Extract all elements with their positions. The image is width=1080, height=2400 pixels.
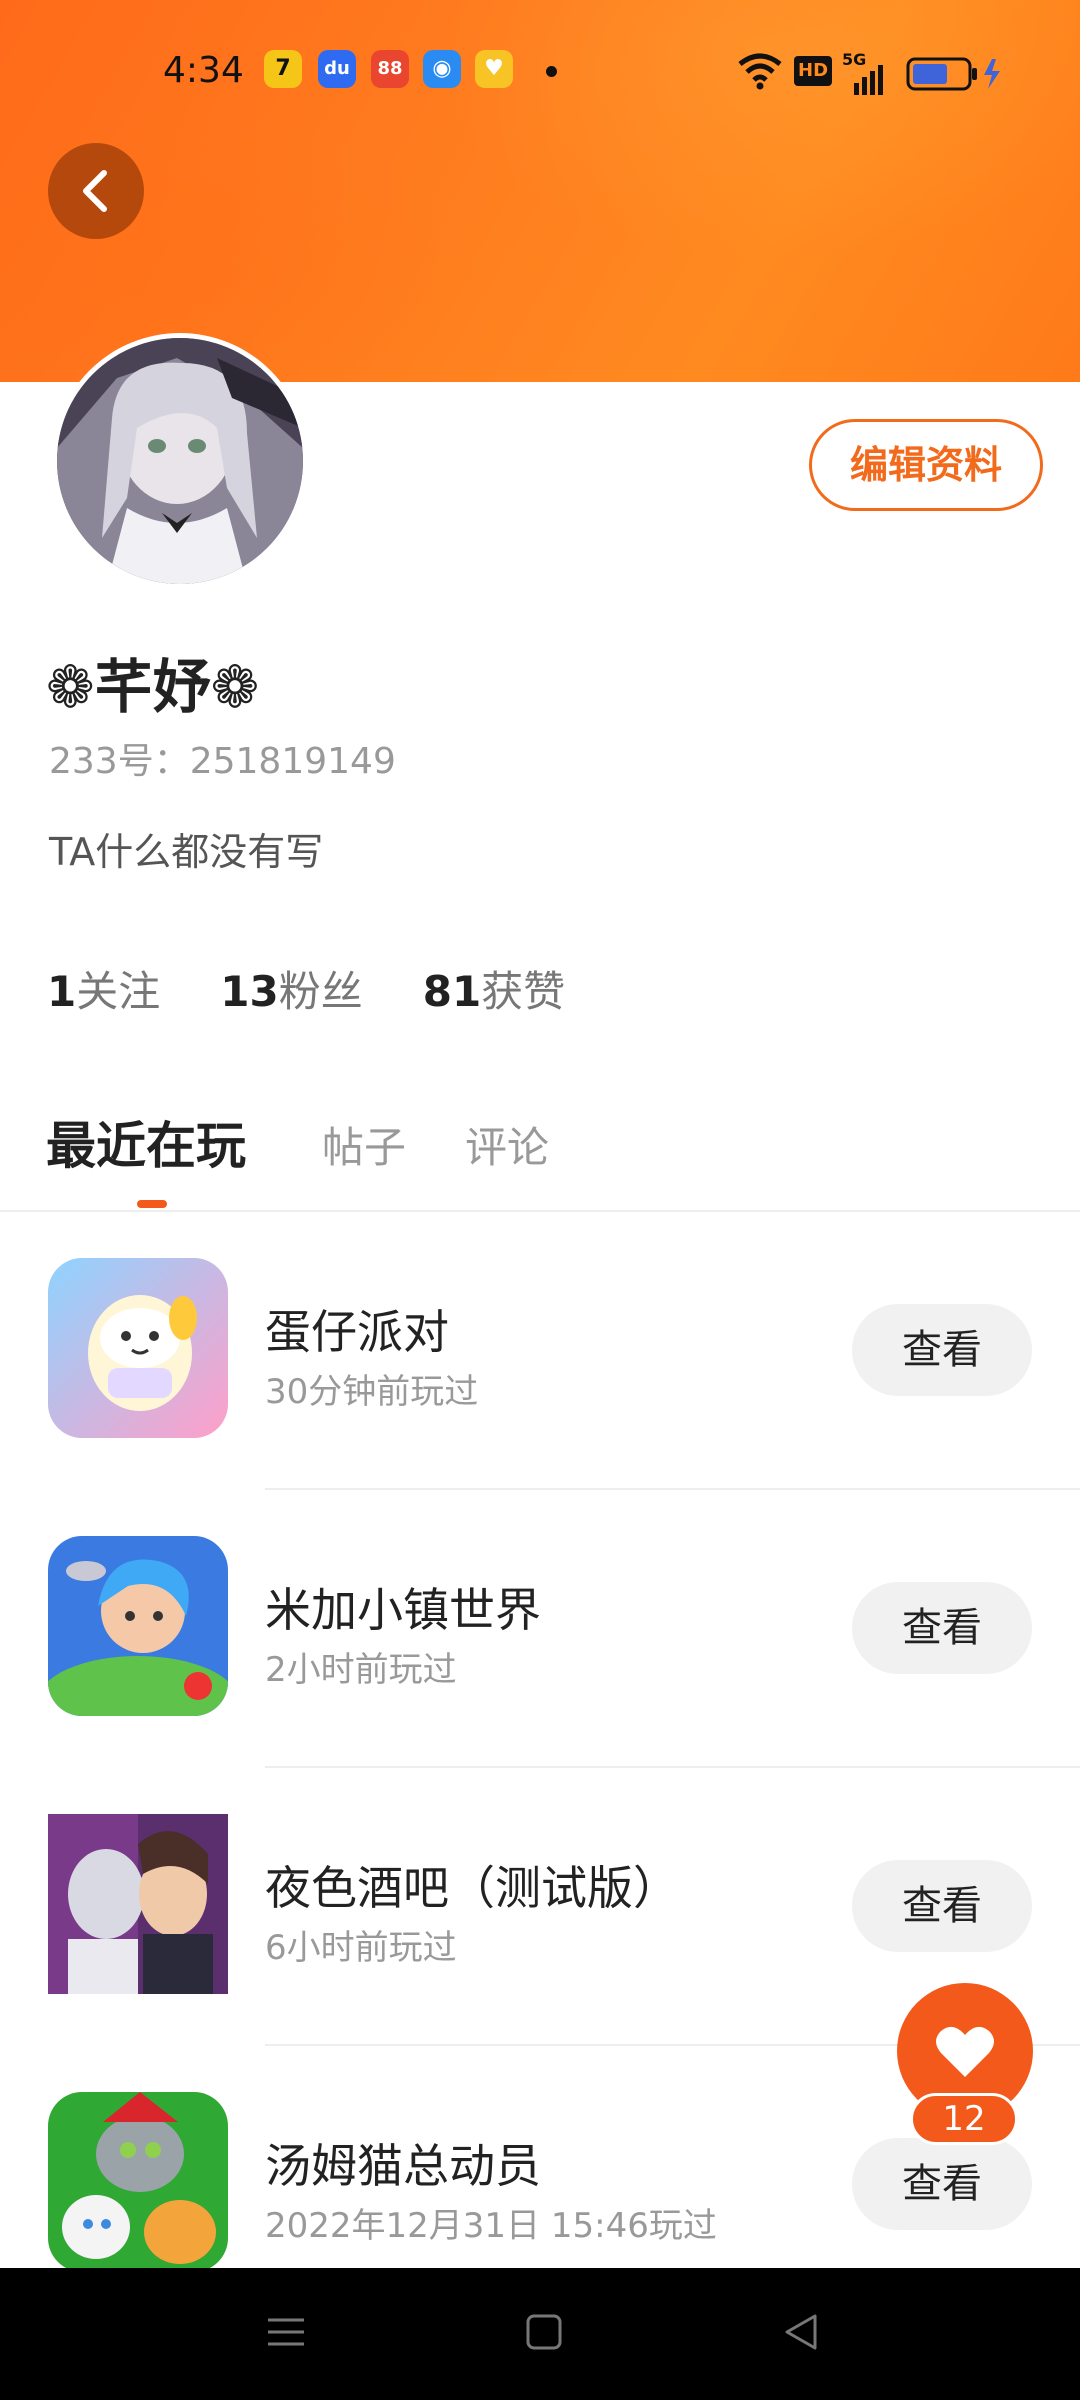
chevron-left-icon xyxy=(83,170,107,212)
like-count-badge: 12 xyxy=(910,2093,1018,2145)
user-bio: TA什么都没有写 xyxy=(49,830,324,874)
stat-followers[interactable]: 13粉丝 xyxy=(220,958,362,1019)
view-button[interactable]: 查看 xyxy=(852,1582,1032,1674)
notification-dot-icon xyxy=(546,66,557,77)
game-last-played: 30分钟前玩过 xyxy=(265,1372,479,1412)
status-time: 4:34 xyxy=(163,50,244,91)
avatar-image xyxy=(57,338,303,584)
back-button[interactable] xyxy=(48,143,144,239)
game-icon-talking-tom xyxy=(48,2092,228,2272)
app-blue-icon: ◉ xyxy=(423,50,461,88)
game-name: 汤姆猫总动员 xyxy=(265,2139,541,2193)
avatar[interactable] xyxy=(52,333,308,589)
app-7-icon: 7 xyxy=(264,50,302,88)
game-icon-night-bar xyxy=(48,1814,228,1994)
game-last-played: 2022年12月31日 15:46玩过 xyxy=(265,2206,717,2246)
back-nav-icon[interactable] xyxy=(781,2312,821,2352)
battery-charging-icon xyxy=(906,57,1000,91)
wifi-icon xyxy=(738,53,782,90)
home-icon[interactable] xyxy=(524,2312,564,2352)
profile-tabs: 最近在玩 帖子 评论 xyxy=(0,1104,1080,1212)
game-last-played: 6小时前玩过 xyxy=(265,1928,457,1968)
tab-comments[interactable]: 评论 xyxy=(465,1114,549,1175)
game-name: 蛋仔派对 xyxy=(265,1305,449,1359)
view-button[interactable]: 查看 xyxy=(852,2138,1032,2230)
hd-badge: HD xyxy=(794,56,833,86)
stat-following[interactable]: 1关注 xyxy=(47,958,160,1019)
game-name: 夜色酒吧（测试版） xyxy=(265,1861,679,1915)
list-item[interactable]: 蛋仔派对 30分钟前玩过 查看 xyxy=(0,1212,1080,1490)
user-id: 233号：251819149 xyxy=(49,741,396,782)
username: ❁芊妤❁ xyxy=(46,653,260,721)
status-bar: 4:34 7 du 88 ◉ ♥ HD 5G xyxy=(0,0,1080,140)
game-last-played: 2小时前玩过 xyxy=(265,1650,457,1690)
profile-stats: 1关注 13粉丝 81获赞 xyxy=(47,958,565,1019)
view-button[interactable]: 查看 xyxy=(852,1304,1032,1396)
heart-icon xyxy=(936,2026,994,2077)
menu-icon[interactable] xyxy=(266,2312,306,2352)
view-button[interactable]: 查看 xyxy=(852,1860,1032,1952)
game-name: 米加小镇世界 xyxy=(265,1583,541,1637)
tab-posts[interactable]: 帖子 xyxy=(322,1114,406,1175)
system-nav-bar xyxy=(0,2268,1080,2400)
signal-icon xyxy=(854,65,883,95)
stat-likes[interactable]: 81获赞 xyxy=(423,958,565,1019)
tab-indicator xyxy=(137,1200,167,1208)
app-red-icon: 88 xyxy=(371,50,409,88)
baidu-icon: du xyxy=(318,50,356,88)
list-item[interactable]: 米加小镇世界 2小时前玩过 查看 xyxy=(0,1490,1080,1768)
app-yellow-icon: ♥ xyxy=(475,50,513,88)
tab-recent-play[interactable]: 最近在玩 xyxy=(46,1106,246,1178)
game-icon-miga-town xyxy=(48,1536,228,1716)
edit-profile-button[interactable]: 编辑资料 xyxy=(809,419,1043,511)
game-icon-egg-party xyxy=(48,1258,228,1438)
